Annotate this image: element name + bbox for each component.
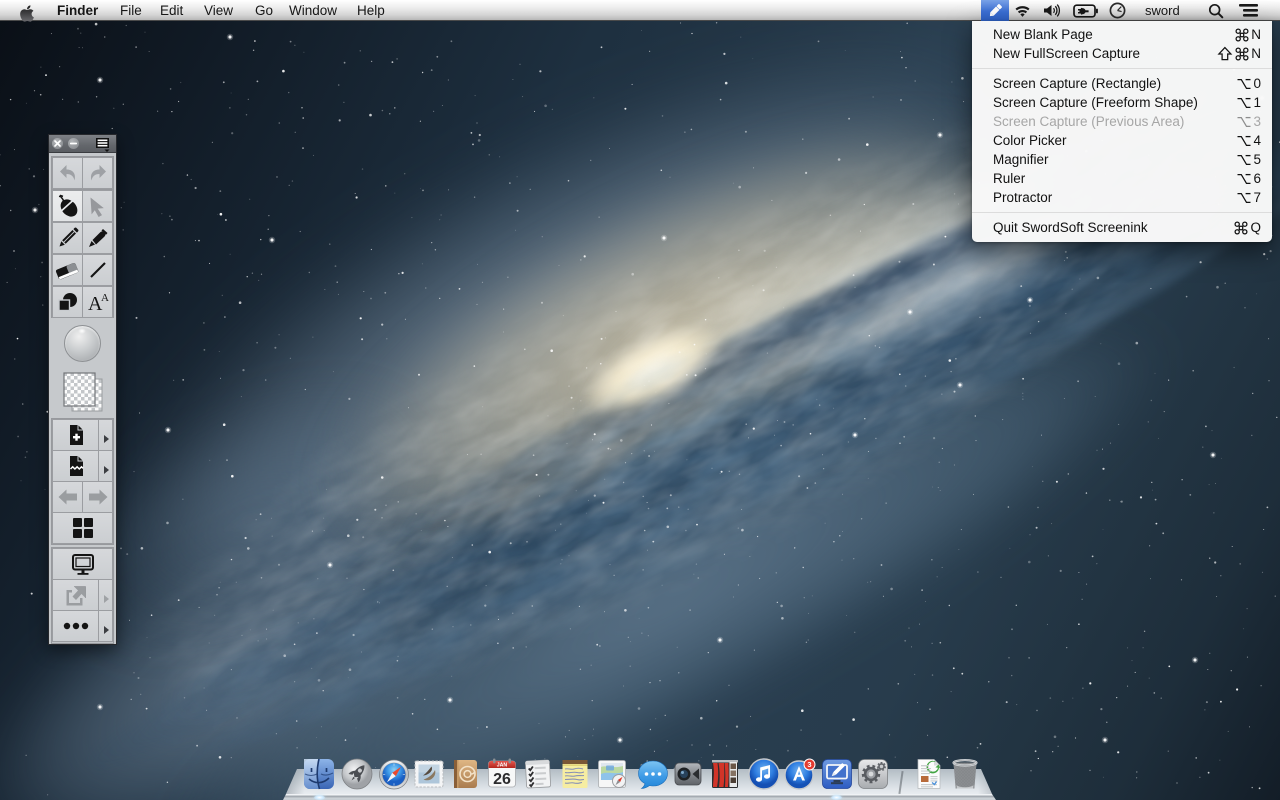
svg-text:A: A [101, 292, 109, 304]
svg-text:3: 3 [807, 760, 811, 769]
svg-text:26: 26 [493, 771, 511, 788]
svg-text:JAN: JAN [497, 763, 508, 769]
